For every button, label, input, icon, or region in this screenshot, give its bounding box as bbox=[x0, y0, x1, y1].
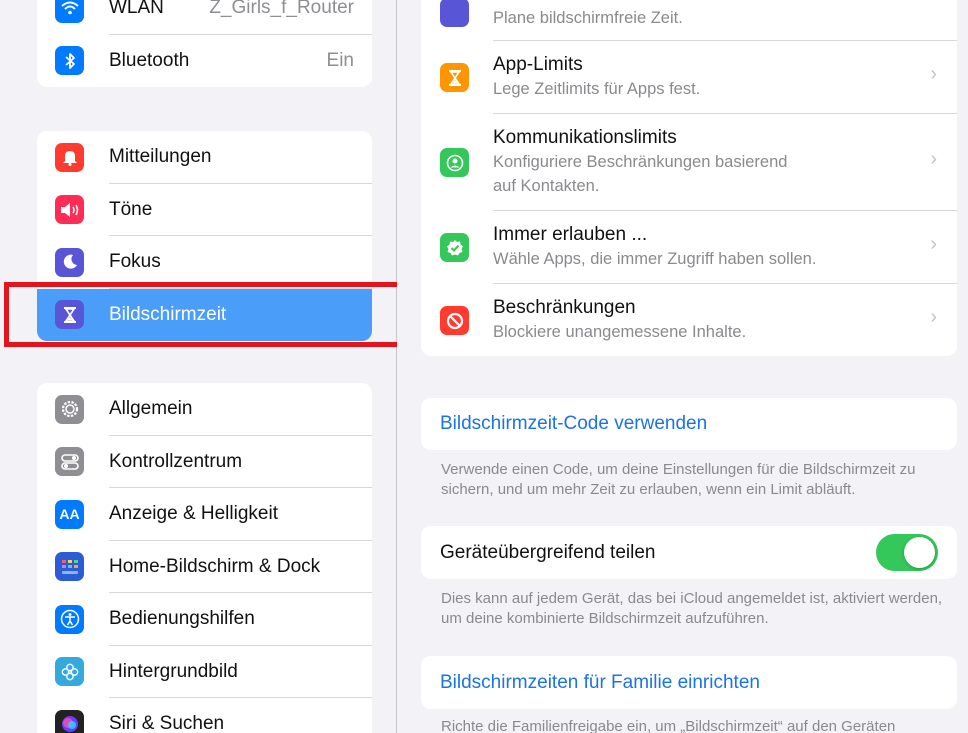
sidebar-item-label: WLAN bbox=[109, 0, 164, 19]
chevron-right-icon: › bbox=[930, 233, 937, 255]
communication-limits-title: Kommunikationslimits bbox=[493, 127, 677, 148]
sidebar-item-label: Mitteilungen bbox=[109, 146, 212, 168]
app-grid-icon bbox=[55, 552, 84, 582]
moon-icon bbox=[55, 247, 84, 277]
share-footnote: Dies kann auf jedem Gerät, das bei iClou… bbox=[441, 590, 943, 627]
sidebar-item-allgemein[interactable]: Allgemein bbox=[37, 383, 372, 436]
settings-sidebar: WLAN Z_Girls_f_Router Bluetooth Ein Mitt… bbox=[0, 0, 397, 733]
sidebar-item-value: Ein bbox=[326, 49, 354, 71]
always-allowed-row[interactable]: Immer erlauben ... Wähle Apps, die immer… bbox=[421, 211, 957, 284]
passcode-card[interactable]: Bildschirmzeit-Code verwenden bbox=[421, 398, 957, 450]
chevron-right-icon: › bbox=[930, 306, 937, 328]
chevron-right-icon: › bbox=[930, 148, 937, 170]
flower-icon bbox=[55, 657, 84, 687]
family-footnote: Richte die Familienfreigabe ein, um „Bil… bbox=[441, 718, 896, 733]
communication-limits-subtitle-line2: auf Kontakten. bbox=[493, 177, 600, 195]
text-size-icon: AA bbox=[55, 499, 84, 529]
share-label: Geräteübergreifend teilen bbox=[440, 541, 656, 563]
passcode-link[interactable]: Bildschirmzeit-Code verwenden bbox=[440, 413, 707, 435]
sidebar-item-toene[interactable]: Töne bbox=[37, 184, 372, 236]
sidebar-item-label: Kontrollzentrum bbox=[109, 450, 243, 472]
toggle-knob bbox=[904, 537, 935, 568]
toggles-icon bbox=[55, 447, 84, 477]
restrictions-subtitle: Blockiere unangemessene Inhalte. bbox=[493, 323, 747, 341]
sidebar-item-label: Hintergrundbild bbox=[109, 660, 238, 682]
checkmark-badge-icon bbox=[440, 233, 469, 262]
speaker-icon bbox=[55, 195, 84, 225]
sidebar-item-mitteilungen[interactable]: Mitteilungen bbox=[37, 131, 372, 184]
bell-icon bbox=[55, 142, 84, 172]
always-allowed-subtitle: Wähle Apps, die immer Zugriff haben soll… bbox=[493, 250, 817, 268]
no-entry-icon bbox=[440, 306, 469, 335]
sidebar-item-fokus[interactable]: Fokus bbox=[37, 236, 372, 289]
sidebar-item-label: Fokus bbox=[109, 251, 161, 273]
sidebar-item-hintergrundbild[interactable]: Hintergrundbild bbox=[37, 646, 372, 698]
sidebar-group-general: Allgemein Kontrollzentrum AA Anzeige & H… bbox=[37, 383, 372, 733]
contact-icon bbox=[440, 148, 469, 177]
downtime-row[interactable]: Plane bildschirmfreie Zeit. bbox=[421, 0, 957, 41]
downtime-icon bbox=[440, 0, 469, 27]
communication-limits-subtitle: Konfiguriere Beschränkungen basierend bbox=[493, 153, 788, 171]
sidebar-group-notifications: Mitteilungen Töne Fokus Bildschirmzeit bbox=[37, 131, 372, 341]
family-card[interactable]: Bildschirmzeiten für Familie einrichten bbox=[421, 656, 957, 709]
sidebar-item-kontrollzentrum[interactable]: Kontrollzentrum bbox=[37, 436, 372, 488]
gear-icon bbox=[55, 394, 84, 424]
sidebar-item-label: Bedienungshilfen bbox=[109, 608, 255, 630]
sidebar-item-bedienungshilfen[interactable]: Bedienungshilfen bbox=[37, 593, 372, 646]
sidebar-item-siri[interactable]: Siri & Suchen bbox=[37, 698, 372, 733]
accessibility-icon bbox=[55, 604, 84, 634]
screen-time-options-card: Plane bildschirmfreie Zeit. App-Limits L… bbox=[421, 0, 957, 356]
restrictions-title: Beschränkungen bbox=[493, 297, 636, 318]
sidebar-item-label: Töne bbox=[109, 198, 153, 220]
downtime-subtitle: Plane bildschirmfreie Zeit. bbox=[493, 9, 683, 27]
siri-icon bbox=[55, 709, 84, 733]
app-limits-subtitle: Lege Zeitlimits für Apps fest. bbox=[493, 80, 701, 98]
sidebar-item-label: Bluetooth bbox=[109, 49, 190, 71]
sidebar-item-home-bildschirm[interactable]: Home-Bildschirm & Dock bbox=[37, 541, 372, 593]
sidebar-item-wlan[interactable]: WLAN Z_Girls_f_Router bbox=[37, 0, 372, 35]
sidebar-item-label: Home-Bildschirm & Dock bbox=[109, 555, 321, 577]
sidebar-item-label: Bildschirmzeit bbox=[109, 303, 227, 325]
hourglass-icon bbox=[55, 300, 84, 330]
restrictions-row[interactable]: Beschränkungen Blockiere unangemessene I… bbox=[421, 284, 957, 356]
always-allowed-title: Immer erlauben ... bbox=[493, 224, 648, 245]
sidebar-item-bildschirmzeit[interactable]: Bildschirmzeit bbox=[37, 288, 372, 341]
sidebar-item-label: Siri & Suchen bbox=[109, 713, 225, 733]
sidebar-item-label: Anzeige & Helligkeit bbox=[109, 503, 278, 525]
app-limits-row[interactable]: App-Limits Lege Zeitlimits für Apps fest… bbox=[421, 41, 957, 114]
sidebar-item-label: Allgemein bbox=[109, 398, 193, 420]
sidebar-item-anzeige[interactable]: AA Anzeige & Helligkeit bbox=[37, 488, 372, 541]
family-link[interactable]: Bildschirmzeiten für Familie einrichten bbox=[440, 672, 760, 694]
sidebar-group-connectivity: WLAN Z_Girls_f_Router Bluetooth Ein bbox=[37, 0, 372, 87]
sidebar-item-bluetooth[interactable]: Bluetooth Ein bbox=[37, 35, 372, 88]
passcode-footnote: Verwende einen Code, um deine Einstellun… bbox=[441, 461, 916, 498]
screen-time-detail: Plane bildschirmfreie Zeit. App-Limits L… bbox=[397, 0, 968, 733]
share-toggle[interactable] bbox=[876, 534, 938, 571]
wifi-icon bbox=[55, 0, 84, 23]
communication-limits-row[interactable]: Kommunikationslimits Konfiguriere Beschr… bbox=[421, 114, 957, 211]
bluetooth-icon bbox=[55, 46, 84, 76]
app-limits-title: App-Limits bbox=[493, 54, 583, 75]
hourglass-icon bbox=[440, 63, 469, 92]
sidebar-item-value: Z_Girls_f_Router bbox=[209, 0, 354, 19]
chevron-right-icon: › bbox=[930, 63, 937, 85]
share-card: Geräteübergreifend teilen bbox=[421, 526, 957, 579]
